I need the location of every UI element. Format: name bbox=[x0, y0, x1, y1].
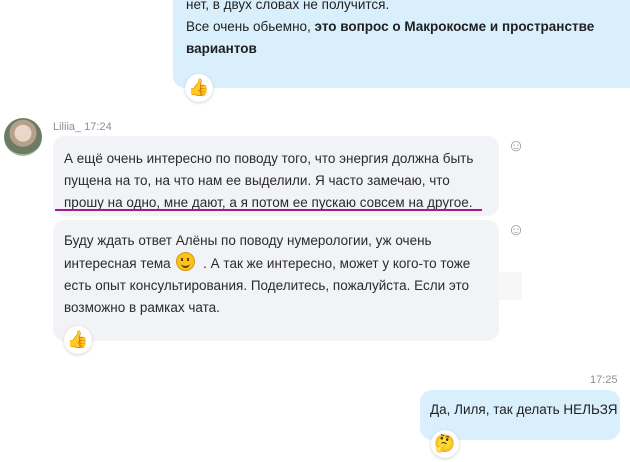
message-line: интересная тема . А так же интересно, мо… bbox=[64, 252, 489, 275]
thinking-face-reaction-icon[interactable]: 🤔 bbox=[431, 430, 459, 458]
thumbs-up-reaction-icon[interactable]: 👍 bbox=[185, 74, 213, 102]
thumbs-up-reaction-icon[interactable]: 👍 bbox=[64, 326, 92, 354]
message-text: Буду ждать ответ Алёны по поводу нумерол… bbox=[64, 230, 489, 319]
message-line: возможно в рамках чата. bbox=[64, 300, 220, 315]
message-line: А ещё очень интересно по поводу того, чт… bbox=[64, 151, 474, 166]
message-bubble-outgoing-prev[interactable]: нет, в двух словах не получится. Все оче… bbox=[173, 0, 630, 88]
message-bubble-incoming[interactable]: Буду ждать ответ Алёны по поводу нумерол… bbox=[53, 220, 499, 341]
message-line: нет, в двух словах не получится. bbox=[186, 0, 390, 12]
message-line: вариантов bbox=[186, 38, 611, 60]
message-line: Все очень обьемно, это вопрос о Макрокос… bbox=[186, 16, 611, 38]
message-bubble-incoming[interactable]: А ещё очень интересно по поводу того, чт… bbox=[53, 136, 499, 216]
message-text-plain: . А так же интересно, может у кого-то то… bbox=[199, 256, 471, 271]
avatar[interactable] bbox=[4, 118, 42, 156]
message-line: есть опыт консультирования. Поделитесь, … bbox=[64, 278, 469, 293]
sender-header: Liliia_ 17:24 bbox=[53, 121, 112, 133]
message-line: пущена на то, на что нам ее выделили. Я … bbox=[64, 173, 450, 188]
message-text: Да, Лиля, так делать НЕЛЬЗЯ bbox=[430, 402, 618, 417]
add-reaction-icon[interactable]: ☺ bbox=[506, 136, 526, 156]
message-line: Буду ждать ответ Алёны по поводу нумерол… bbox=[64, 233, 432, 248]
message-text-bold: вариантов bbox=[186, 41, 257, 56]
highlight-underline bbox=[55, 209, 482, 211]
message-text-plain: интересная тема bbox=[64, 256, 171, 271]
message-text: А ещё очень интересно по поводу того, чт… bbox=[64, 148, 489, 214]
message-timestamp: 17:25 bbox=[590, 374, 618, 386]
smiley-emoji-icon bbox=[176, 252, 196, 271]
hover-artifact bbox=[498, 272, 522, 300]
message-text-bold: это вопрос о Макрокосме и пространстве bbox=[314, 19, 595, 34]
message-text: нет, в двух словах не получится. Все оче… bbox=[186, 0, 611, 60]
add-reaction-icon[interactable]: ☺ bbox=[506, 220, 526, 240]
message-text-plain: Все очень обьемно, bbox=[186, 19, 315, 34]
